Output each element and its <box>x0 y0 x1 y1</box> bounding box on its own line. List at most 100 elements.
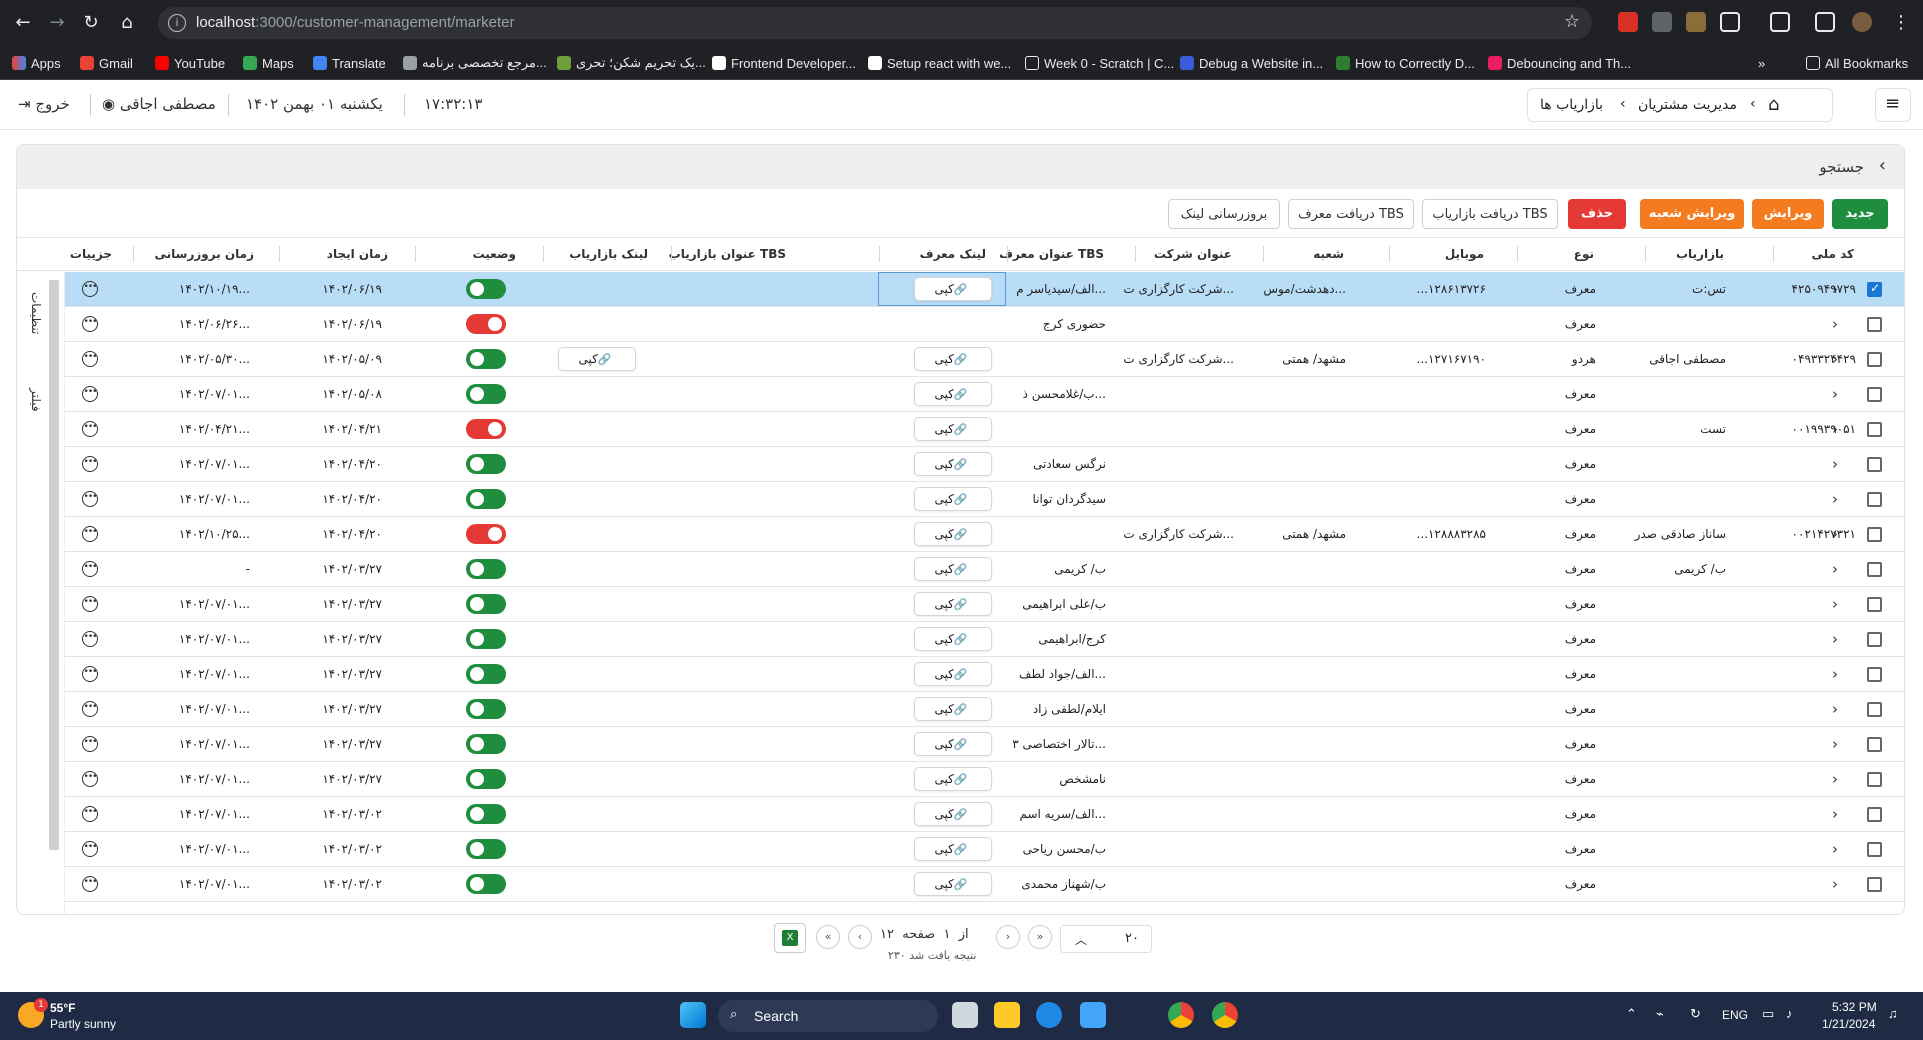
row-checkbox[interactable] <box>1867 457 1882 472</box>
logout-button[interactable]: ⇥ خروج <box>18 95 70 113</box>
table-row[interactable]: › معرف تالار اختصاصی ۳... کپی🔗 ۱۴۰۲/۰۳/۲۷ ۱۴۰… <box>65 727 1904 762</box>
copy-referrer-link-button[interactable]: کپی🔗 <box>914 522 992 546</box>
row-checkbox[interactable] <box>1867 842 1882 857</box>
details-icon[interactable]: ••• <box>82 596 98 612</box>
status-toggle[interactable] <box>466 594 506 614</box>
row-checkbox[interactable] <box>1867 387 1882 402</box>
details-icon[interactable]: ••• <box>82 701 98 717</box>
windows-start-icon[interactable] <box>680 1002 706 1028</box>
table-row[interactable]: › معرف نامشخص کپی🔗 ۱۴۰۲/۰۳/۲۷ ۱۴۰۲/۰۷/۰۱... ••… <box>65 762 1904 797</box>
row-checkbox[interactable] <box>1867 702 1882 717</box>
first-page-button[interactable]: » <box>1028 925 1052 949</box>
bookmark-item[interactable]: Debouncing and Th... <box>1488 54 1631 72</box>
status-toggle[interactable] <box>466 804 506 824</box>
task-view-icon[interactable] <box>952 1002 978 1028</box>
user-profile[interactable]: ◉ مصطفی اجاقی <box>102 95 216 113</box>
bookmark-item[interactable]: یک تحریم شکن؛ تحری... <box>557 54 706 72</box>
row-checkbox[interactable] <box>1867 492 1882 507</box>
taskbar-search[interactable]: ⌕ Search <box>718 1000 938 1032</box>
chevron-right-icon[interactable]: › <box>1832 840 1838 858</box>
export-excel-button[interactable]: X <box>774 923 806 953</box>
update-link-button[interactable]: بروزرسانی لینک <box>1168 199 1280 229</box>
details-icon[interactable]: ••• <box>82 876 98 892</box>
prev-page-button[interactable]: › <box>996 925 1020 949</box>
table-row[interactable]: › معرف کرج/ابراهیمی کپی🔗 ۱۴۰۲/۰۳/۲۷ ۱۴۰۲/۰۷/۰… <box>65 622 1904 657</box>
details-icon[interactable]: ••• <box>82 421 98 437</box>
row-checkbox[interactable] <box>1867 772 1882 787</box>
chevron-right-icon[interactable]: › <box>1832 665 1838 683</box>
delete-button[interactable]: حذف <box>1568 199 1626 229</box>
details-icon[interactable]: ••• <box>82 281 98 297</box>
back-icon[interactable]: ← <box>10 10 36 36</box>
table-row[interactable]: › معرف ایلام/لطفی زاد کپی🔗 ۱۴۰۲/۰۳/۲۷ ۱۴۰۲/۰۷… <box>65 692 1904 727</box>
display-icon[interactable]: ▭ <box>1762 1006 1774 1022</box>
table-row[interactable]: › معرف ب/محسن ریاحی کپی🔗 ۱۴۰۲/۰۳/۰۲ ۱۴۰۲/۰۷/۰… <box>65 832 1904 867</box>
col-updated[interactable]: زمان بروزرسانی <box>155 247 254 261</box>
table-row[interactable]: › معرف ب/غلامحسن ذ... کپی🔗 ۱۴۰۲/۰۵/۰۸ ۱۴۰۲/۰۷… <box>65 377 1904 412</box>
status-toggle[interactable] <box>466 314 506 334</box>
bookmark-item[interactable]: Week 0 - Scratch | C... <box>1025 54 1174 72</box>
table-row[interactable]: › ب/ کریمی معرف ب/ کریمی کپی🔗 ۱۴۰۲/۰۳/۲۷ - ••• <box>65 552 1904 587</box>
status-toggle[interactable] <box>466 874 506 894</box>
status-toggle[interactable] <box>466 664 506 684</box>
copy-referrer-link-button[interactable]: کپی🔗 <box>914 837 992 861</box>
copy-referrer-link-button[interactable]: کپی🔗 <box>914 697 992 721</box>
extension-icon[interactable] <box>1652 12 1672 32</box>
table-row[interactable]: › معرف نرگس سعادتی کپی🔗 ۱۴۰۲/۰۴/۲۰ ۱۴۰۲/۰۷/۰۱… <box>65 447 1904 482</box>
hamburger-menu-icon[interactable]: ≡ <box>1875 88 1911 122</box>
col-national-code[interactable]: کد ملی <box>1811 247 1854 261</box>
side-panel-icon[interactable] <box>1815 12 1835 32</box>
copy-referrer-link-button[interactable]: کپی🔗 <box>914 417 992 441</box>
search-toggle[interactable]: جستجو ‹ <box>17 145 1904 189</box>
table-row[interactable]: › معرف سیدگردان توانا کپی🔗 ۱۴۰۲/۰۴/۲۰ ۱۴۰۲/۰۷… <box>65 482 1904 517</box>
details-icon[interactable]: ••• <box>82 351 98 367</box>
next-page-button[interactable]: ‹ <box>848 925 872 949</box>
reload-icon[interactable]: ↻ <box>78 10 104 36</box>
copy-referrer-link-button[interactable]: کپی🔗 <box>914 347 992 371</box>
menu-dots-icon[interactable]: ⋮ <box>1888 10 1914 36</box>
chrome-icon[interactable] <box>1212 1002 1238 1028</box>
chevron-right-icon[interactable]: › <box>1832 630 1838 648</box>
copy-referrer-link-button[interactable]: کپی🔗 <box>914 487 992 511</box>
col-marketer[interactable]: بازاریاب <box>1676 247 1724 261</box>
details-icon[interactable]: ••• <box>82 316 98 332</box>
row-checkbox[interactable] <box>1867 317 1882 332</box>
chevron-right-icon[interactable]: › <box>1832 385 1838 403</box>
row-checkbox[interactable] <box>1867 877 1882 892</box>
network-icon[interactable]: ⌁ <box>1656 1006 1664 1022</box>
details-icon[interactable]: ••• <box>82 526 98 542</box>
new-button[interactable]: جدید <box>1832 199 1888 229</box>
extensions-puzzle-icon[interactable] <box>1720 12 1740 32</box>
all-bookmarks[interactable]: All Bookmarks <box>1806 54 1908 72</box>
table-row[interactable]: ›۴۲۵۰۹۴۹۷۲۹تس:تمعرف...۱۲۸۶۱۳۷۲۶دهدشت/موس… <box>65 272 1904 307</box>
filter-tab[interactable]: فیلتر <box>29 388 43 412</box>
status-toggle[interactable] <box>466 524 506 544</box>
details-icon[interactable]: ••• <box>82 666 98 682</box>
copy-marketer-link-button[interactable]: کپی🔗 <box>558 347 636 371</box>
col-tbs-marketer[interactable]: عنوان بازاریاب TBS <box>669 247 786 261</box>
details-icon[interactable]: ••• <box>82 456 98 472</box>
chevron-right-icon[interactable]: › <box>1832 700 1838 718</box>
details-icon[interactable]: ••• <box>82 771 98 787</box>
details-icon[interactable]: ••• <box>82 841 98 857</box>
copy-referrer-link-button[interactable]: کپی🔗 <box>914 802 992 826</box>
details-icon[interactable]: ••• <box>82 561 98 577</box>
col-created[interactable]: زمان ایجاد <box>327 247 388 261</box>
details-icon[interactable]: ••• <box>82 386 98 402</box>
bookmark-gmail[interactable]: Gmail <box>80 54 133 72</box>
chevron-right-icon[interactable]: › <box>1832 770 1838 788</box>
chevron-right-icon[interactable]: › <box>1832 735 1838 753</box>
more-bookmarks-icon[interactable]: » <box>1758 54 1765 72</box>
details-icon[interactable]: ••• <box>82 491 98 507</box>
chevron-right-icon[interactable]: › <box>1832 875 1838 893</box>
col-marketer-link[interactable]: لینک بازاریاب <box>569 247 648 261</box>
bookmark-maps[interactable]: Maps <box>243 54 294 72</box>
copy-referrer-link-button[interactable]: کپی🔗 <box>914 767 992 791</box>
chevron-right-icon[interactable]: › <box>1832 805 1838 823</box>
status-toggle[interactable] <box>466 699 506 719</box>
row-checkbox[interactable] <box>1867 352 1882 367</box>
row-checkbox[interactable] <box>1867 597 1882 612</box>
copy-referrer-link-button[interactable]: کپی🔗 <box>914 662 992 686</box>
row-checkbox[interactable] <box>1867 281 1882 297</box>
copy-referrer-link-button[interactable]: کپی🔗 <box>914 382 992 406</box>
